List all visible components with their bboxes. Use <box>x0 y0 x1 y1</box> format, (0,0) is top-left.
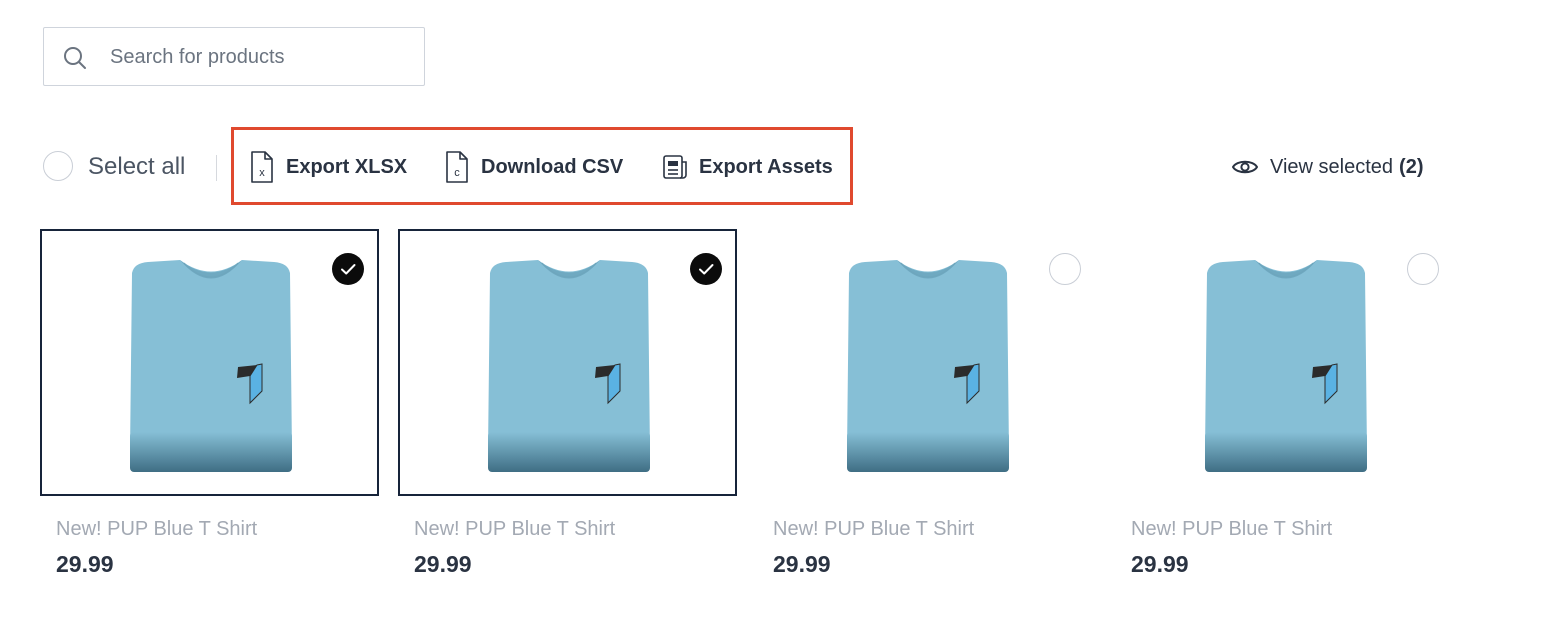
file-xlsx-icon: x <box>248 150 276 184</box>
download-csv-label: Download CSV <box>481 155 624 178</box>
product-price: 29.99 <box>56 551 114 577</box>
product-image-frame[interactable] <box>40 229 379 496</box>
search-input[interactable] <box>108 28 412 87</box>
product-image <box>126 257 296 478</box>
product-price: 29.99 <box>773 551 831 577</box>
export-xlsx-button[interactable]: x Export XLSX <box>248 150 407 184</box>
product-image <box>843 257 1013 478</box>
selected-checkmark-icon[interactable] <box>332 253 364 285</box>
selected-checkmark-icon[interactable] <box>690 253 722 285</box>
select-product-checkbox[interactable] <box>1049 253 1081 285</box>
download-csv-button[interactable]: c Download CSV <box>443 150 623 184</box>
product-title[interactable]: New! PUP Blue T Shirt <box>56 518 257 541</box>
product-image-frame[interactable] <box>1115 229 1454 496</box>
select-product-checkbox[interactable] <box>1407 253 1439 285</box>
view-selected-label: View selected <box>1270 155 1394 178</box>
view-selected-count: (2) <box>1399 155 1424 178</box>
view-selected-button[interactable]: View selected (2) <box>1232 153 1424 181</box>
search-box[interactable] <box>43 27 425 87</box>
export-assets-button[interactable]: Export Assets <box>661 150 833 184</box>
product-title[interactable]: New! PUP Blue T Shirt <box>773 518 974 541</box>
product-image-frame[interactable] <box>757 229 1096 496</box>
export-xlsx-label: Export XLSX <box>286 155 408 178</box>
search-icon <box>64 47 86 69</box>
product-price: 29.99 <box>414 551 472 577</box>
svg-text:c: c <box>454 167 460 179</box>
file-csv-icon: c <box>443 150 471 184</box>
select-all-label[interactable]: Select all <box>88 153 185 181</box>
toolbar-divider <box>216 155 217 181</box>
product-title[interactable]: New! PUP Blue T Shirt <box>1131 518 1332 541</box>
product-price: 29.99 <box>1131 551 1189 577</box>
select-all-checkbox[interactable] <box>43 151 73 181</box>
eye-icon <box>1232 158 1258 176</box>
product-card[interactable]: New! PUP Blue T Shirt 29.99 <box>1115 229 1454 577</box>
product-card[interactable]: New! PUP Blue T Shirt 29.99 <box>398 229 737 577</box>
export-assets-label: Export Assets <box>699 155 833 178</box>
assets-document-icon <box>661 150 689 184</box>
svg-text:x: x <box>259 167 265 179</box>
product-title[interactable]: New! PUP Blue T Shirt <box>414 518 615 541</box>
product-image <box>484 257 654 478</box>
product-card[interactable]: New! PUP Blue T Shirt 29.99 <box>757 229 1096 577</box>
product-image <box>1201 257 1371 478</box>
product-card[interactable]: New! PUP Blue T Shirt 29.99 <box>40 229 379 577</box>
product-image-frame[interactable] <box>398 229 737 496</box>
